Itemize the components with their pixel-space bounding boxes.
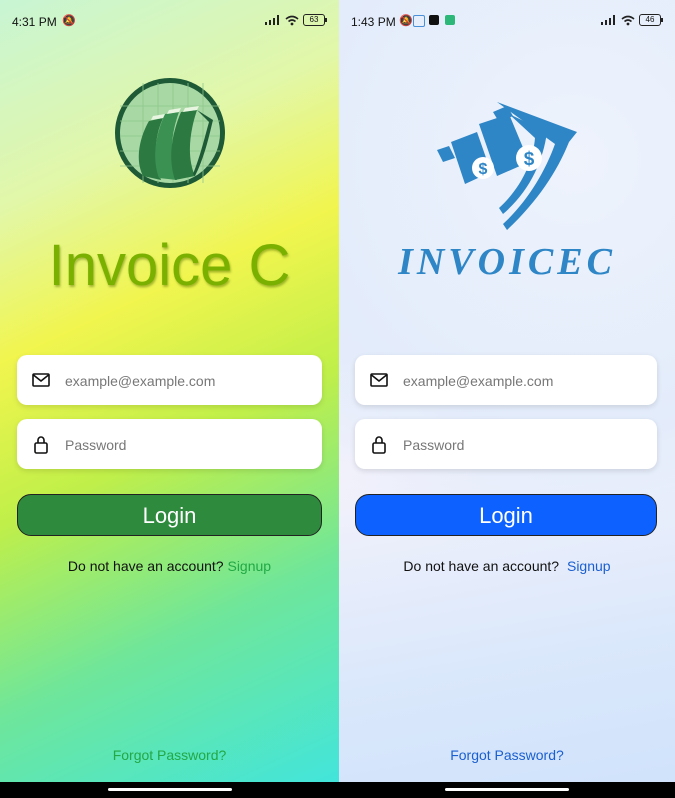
password-field[interactable] <box>17 419 322 471</box>
wifi-icon <box>621 15 635 25</box>
status-bar: 1:43 PM 🔕 46 <box>339 0 675 44</box>
login-button[interactable]: Login <box>17 494 322 536</box>
left-login-screen: 4:31 PM 🔕 63 Invoice C Login Do not ha <box>0 0 339 798</box>
signup-link[interactable]: Signup <box>227 558 271 574</box>
signup-prompt: Do not have an account? <box>67 558 224 574</box>
battery-icon: 63 <box>303 14 327 26</box>
signup-line: Do not have an account? Signup <box>339 558 675 574</box>
app-notification-icon <box>445 15 455 25</box>
wifi-icon <box>285 15 299 25</box>
signup-line: Do not have an account? Signup <box>0 558 339 574</box>
email-input[interactable] <box>63 355 307 407</box>
battery-icon: 46 <box>639 14 663 26</box>
login-button[interactable]: Login <box>355 494 657 536</box>
forgot-password-link[interactable]: Forgot Password? <box>0 747 339 763</box>
mail-icon <box>370 373 388 387</box>
status-time: 1:43 PM <box>351 15 396 29</box>
mail-icon <box>32 373 50 387</box>
email-input[interactable] <box>401 355 645 407</box>
navigation-bar <box>0 782 339 798</box>
password-field[interactable] <box>355 419 657 471</box>
signal-icon <box>601 15 615 25</box>
mute-icon: 🔕 <box>399 15 413 27</box>
password-input[interactable] <box>401 419 645 471</box>
svg-text:$: $ <box>524 149 535 170</box>
signup-prompt: Do not have an account? <box>403 558 560 574</box>
home-indicator[interactable] <box>445 788 569 791</box>
mute-icon: 🔕 <box>62 15 76 27</box>
status-time: 4:31 PM <box>12 15 57 29</box>
lock-icon <box>372 436 386 454</box>
svg-text:$: $ <box>479 161 488 178</box>
app-notification-icon <box>429 15 439 25</box>
password-input[interactable] <box>63 419 307 471</box>
app-notification-icon <box>413 15 425 27</box>
lock-icon <box>34 436 48 454</box>
forgot-password-link[interactable]: Forgot Password? <box>339 747 675 763</box>
app-title: Invoice C <box>48 233 291 298</box>
money-logo-icon: $ $ <box>437 102 577 230</box>
status-bar: 4:31 PM 🔕 63 <box>0 0 339 44</box>
navigation-bar <box>339 782 675 798</box>
email-field[interactable] <box>17 355 322 407</box>
right-login-screen: 1:43 PM 🔕 46 $ $ INVOICEC Login Do not h… <box>339 0 675 798</box>
signup-link[interactable]: Signup <box>567 558 611 574</box>
home-indicator[interactable] <box>108 788 232 791</box>
signal-icon <box>265 15 279 25</box>
app-title: INVOICEC <box>398 241 616 283</box>
email-field[interactable] <box>355 355 657 407</box>
money-logo-icon <box>115 78 225 188</box>
